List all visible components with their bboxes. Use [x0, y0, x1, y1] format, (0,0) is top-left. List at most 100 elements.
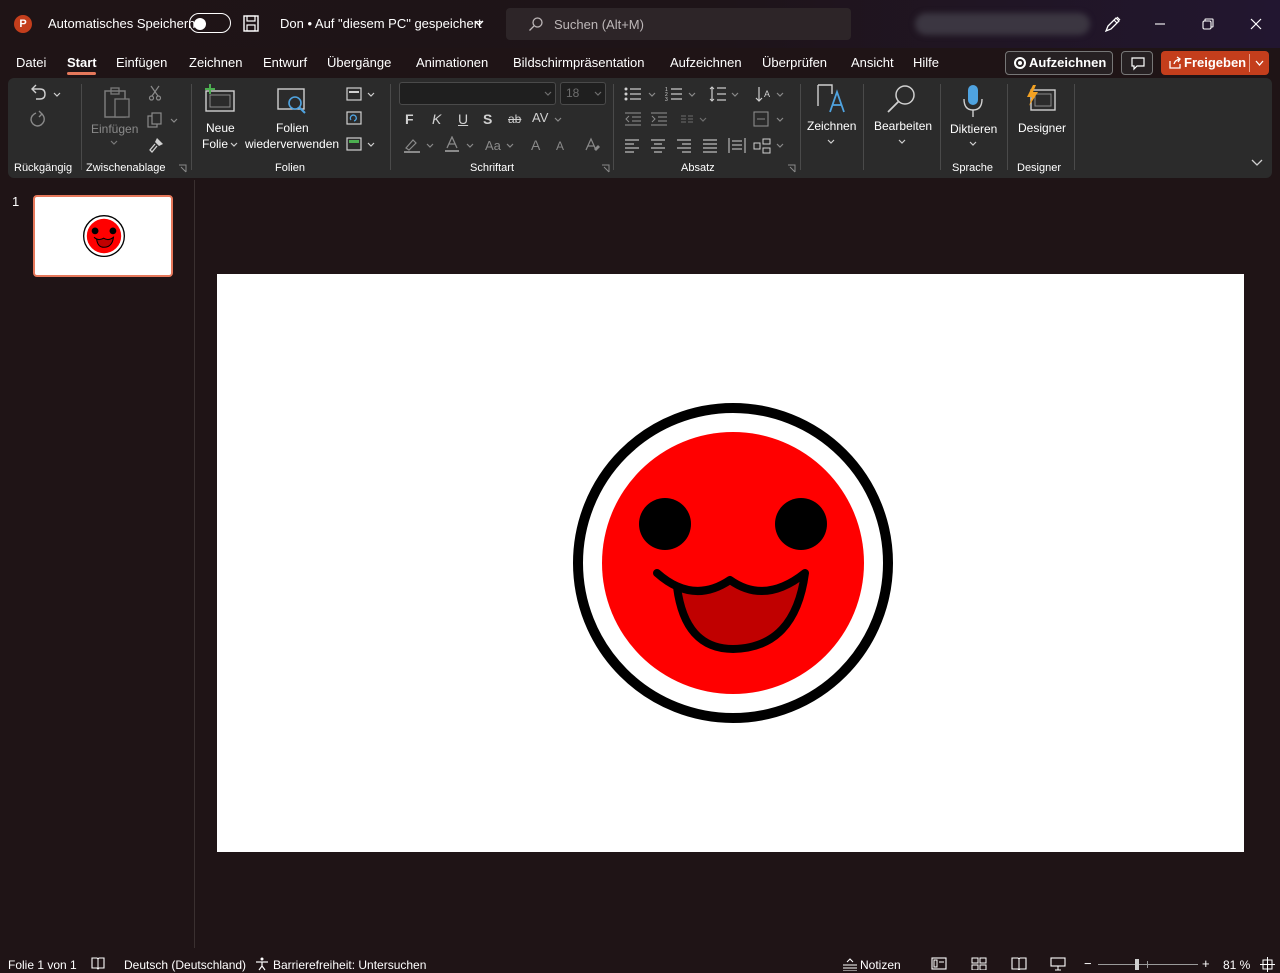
chevron-down-icon[interactable] — [776, 92, 784, 98]
font-name-field[interactable] — [399, 82, 556, 105]
notes-icon[interactable] — [842, 957, 858, 971]
bold-button[interactable]: F — [405, 111, 414, 127]
redo-icon[interactable] — [28, 110, 48, 130]
tab-start[interactable]: Start — [67, 55, 97, 70]
line-spacing-icon[interactable] — [709, 85, 727, 103]
notes-label[interactable]: Notizen — [860, 958, 901, 972]
copy-icon[interactable] — [147, 112, 163, 128]
drawing-label[interactable]: Zeichnen — [807, 119, 856, 133]
chevron-down-icon[interactable] — [544, 91, 552, 97]
zoom-slider[interactable] — [1098, 959, 1198, 970]
new-slide-label-2[interactable]: Folie — [202, 137, 228, 151]
change-case-button[interactable]: Aa — [485, 138, 501, 153]
tab-entwurf[interactable]: Entwurf — [263, 55, 307, 70]
accessibility-icon[interactable] — [255, 957, 269, 971]
chevron-down-icon[interactable] — [594, 91, 602, 97]
highlight-icon[interactable] — [403, 137, 421, 153]
magnifier-icon[interactable] — [884, 84, 918, 114]
smiley-face-shape[interactable] — [573, 403, 893, 723]
normal-view-icon[interactable] — [931, 957, 947, 970]
designer-label[interactable]: Designer — [1018, 121, 1066, 135]
section-icon[interactable] — [346, 137, 362, 151]
align-text-icon[interactable] — [753, 111, 771, 127]
layout-icon[interactable] — [346, 87, 362, 101]
close-icon[interactable] — [1246, 14, 1266, 34]
search-input[interactable] — [554, 8, 834, 40]
chevron-down-icon[interactable] — [426, 143, 434, 149]
increase-indent-icon[interactable] — [650, 112, 668, 126]
share-button[interactable]: Freigeben — [1161, 51, 1269, 75]
designer-icon[interactable] — [1024, 84, 1056, 114]
search-box[interactable] — [506, 8, 851, 40]
shrink-font-button[interactable]: A — [556, 139, 564, 153]
tab-uebergaenge[interactable]: Übergänge — [327, 55, 391, 70]
font-color-icon[interactable] — [444, 136, 460, 153]
shapes-icon[interactable] — [814, 84, 848, 116]
microphone-icon[interactable] — [962, 84, 984, 118]
chevron-down-icon[interactable] — [367, 142, 375, 148]
new-slide-label[interactable]: Neue — [206, 121, 235, 135]
save-icon[interactable] — [243, 15, 259, 32]
chevron-down-icon[interactable] — [554, 117, 562, 123]
tab-datei[interactable]: Datei — [16, 55, 46, 70]
accessibility-label[interactable]: Barrierefreiheit: Untersuchen — [273, 958, 426, 972]
reuse-slides-label[interactable]: Folien — [276, 121, 309, 135]
tab-einfuegen[interactable]: Einfügen — [116, 55, 167, 70]
zoom-in-button[interactable]: + — [1202, 956, 1210, 971]
tab-animationen[interactable]: Animationen — [416, 55, 488, 70]
chevron-down-icon[interactable] — [688, 92, 696, 98]
tab-ansicht[interactable]: Ansicht — [851, 55, 894, 70]
character-spacing-button[interactable]: AV — [532, 110, 548, 125]
reset-icon[interactable] — [346, 111, 362, 125]
comments-button[interactable] — [1121, 51, 1153, 75]
reuse-slides-label-2[interactable]: wiederverwenden — [245, 137, 339, 151]
chevron-down-icon[interactable] — [170, 118, 178, 124]
slide-thumbnail[interactable] — [33, 195, 173, 277]
shadow-button[interactable]: S — [483, 111, 492, 127]
chevron-down-icon[interactable] — [53, 92, 61, 98]
autosave-toggle[interactable] — [189, 13, 231, 33]
chevron-down-icon[interactable] — [827, 139, 835, 145]
chevron-down-icon[interactable] — [699, 117, 707, 123]
fit-to-window-icon[interactable] — [1260, 957, 1275, 972]
slideshow-icon[interactable] — [1050, 957, 1066, 971]
tab-aufzeichnen[interactable]: Aufzeichnen — [670, 55, 742, 70]
columns-icon[interactable] — [680, 114, 694, 124]
collapse-ribbon-icon[interactable] — [1251, 158, 1263, 167]
tab-zeichnen[interactable]: Zeichnen — [189, 55, 242, 70]
chevron-down-icon[interactable] — [776, 117, 784, 123]
zoom-level[interactable]: 81 % — [1223, 958, 1250, 972]
tab-hilfe[interactable]: Hilfe — [913, 55, 939, 70]
zoom-out-button[interactable]: − — [1084, 956, 1092, 971]
chevron-down-icon[interactable] — [466, 143, 474, 149]
justify-icon[interactable] — [702, 139, 718, 153]
grow-font-button[interactable]: A — [531, 137, 540, 153]
chevron-down-icon[interactable] — [110, 140, 118, 146]
new-slide-icon[interactable] — [204, 84, 236, 114]
dictate-label[interactable]: Diktieren — [950, 122, 997, 136]
bullets-icon[interactable] — [624, 86, 642, 102]
chevron-down-icon[interactable] — [1255, 60, 1264, 67]
chevron-down-icon[interactable] — [969, 141, 977, 147]
slide-canvas[interactable] — [217, 274, 1244, 852]
chevron-down-icon[interactable] — [731, 92, 739, 98]
paste-label[interactable]: Einfügen — [91, 122, 138, 136]
justify-columns-icon[interactable] — [728, 137, 746, 154]
spelling-icon[interactable] — [91, 957, 105, 970]
minimize-icon[interactable] — [1150, 14, 1170, 34]
chevron-down-icon[interactable] — [776, 143, 784, 149]
chevron-down-icon[interactable] — [898, 139, 906, 145]
chevron-down-icon[interactable] — [648, 92, 656, 98]
document-title[interactable]: Don • Auf "diesem PC" gespeichert — [280, 16, 482, 31]
smartart-icon[interactable] — [753, 138, 771, 154]
italic-button[interactable]: K — [432, 111, 441, 127]
dialog-launcher-icon[interactable] — [601, 164, 610, 173]
reuse-slides-icon[interactable] — [276, 86, 308, 116]
decrease-indent-icon[interactable] — [624, 112, 642, 126]
align-center-icon[interactable] — [650, 139, 666, 153]
paste-icon[interactable] — [102, 86, 132, 120]
strikethrough-button[interactable]: ab — [508, 112, 521, 126]
clear-formatting-icon[interactable] — [584, 137, 600, 153]
align-left-icon[interactable] — [624, 139, 640, 153]
format-painter-icon[interactable] — [148, 137, 164, 153]
